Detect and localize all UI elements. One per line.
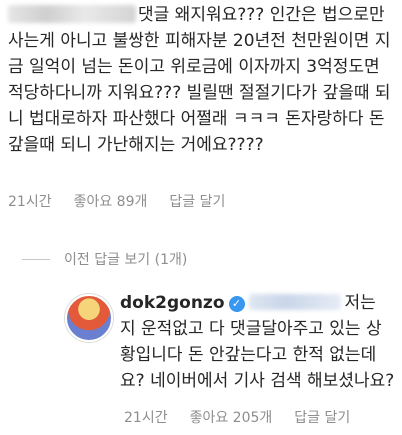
blurred-mention[interactable] [248, 294, 341, 310]
reply-comment-meta: 21시간 좋아요 205개 답글 달기 [124, 407, 372, 427]
top-comment-text: 댓글 왜지워요??? 인간은 법으로만 사는게 아니고 불쌍한 피해자분 20년… [8, 5, 391, 155]
reply-comment-reply-button[interactable]: 답글 달기 [294, 407, 350, 427]
top-comment-time: 21시간 [8, 194, 52, 210]
top-comment-reply-button[interactable]: 답글 달기 [169, 191, 225, 211]
reply-comment: dok2gonzo ✓ 저는 지 운적없고 다 댓글달아주고 있는 상황입니다 돈 … [120, 290, 396, 394]
reply-username[interactable]: dok2gonzo [120, 293, 225, 313]
top-comment-likes[interactable]: 좋아요 89개 [74, 191, 148, 211]
divider-dash [22, 258, 50, 260]
top-comment-text-block: 댓글 왜지워요??? 인간은 법으로만 사는게 아니고 불쌍한 피해자분 20년… [8, 2, 392, 158]
reply-comment-time: 21시간 [124, 410, 168, 426]
reply-comment-likes[interactable]: 좋아요 205개 [190, 407, 273, 427]
avatar[interactable] [65, 294, 113, 342]
verified-badge-icon: ✓ [228, 296, 245, 312]
view-previous-replies[interactable]: 이전 답글 보기 (1개) [22, 249, 187, 269]
view-previous-label[interactable]: 이전 답글 보기 (1개) [64, 249, 187, 269]
blurred-username[interactable] [8, 5, 136, 23]
top-comment-meta: 21시간 좋아요 89개 답글 달기 [8, 191, 247, 211]
